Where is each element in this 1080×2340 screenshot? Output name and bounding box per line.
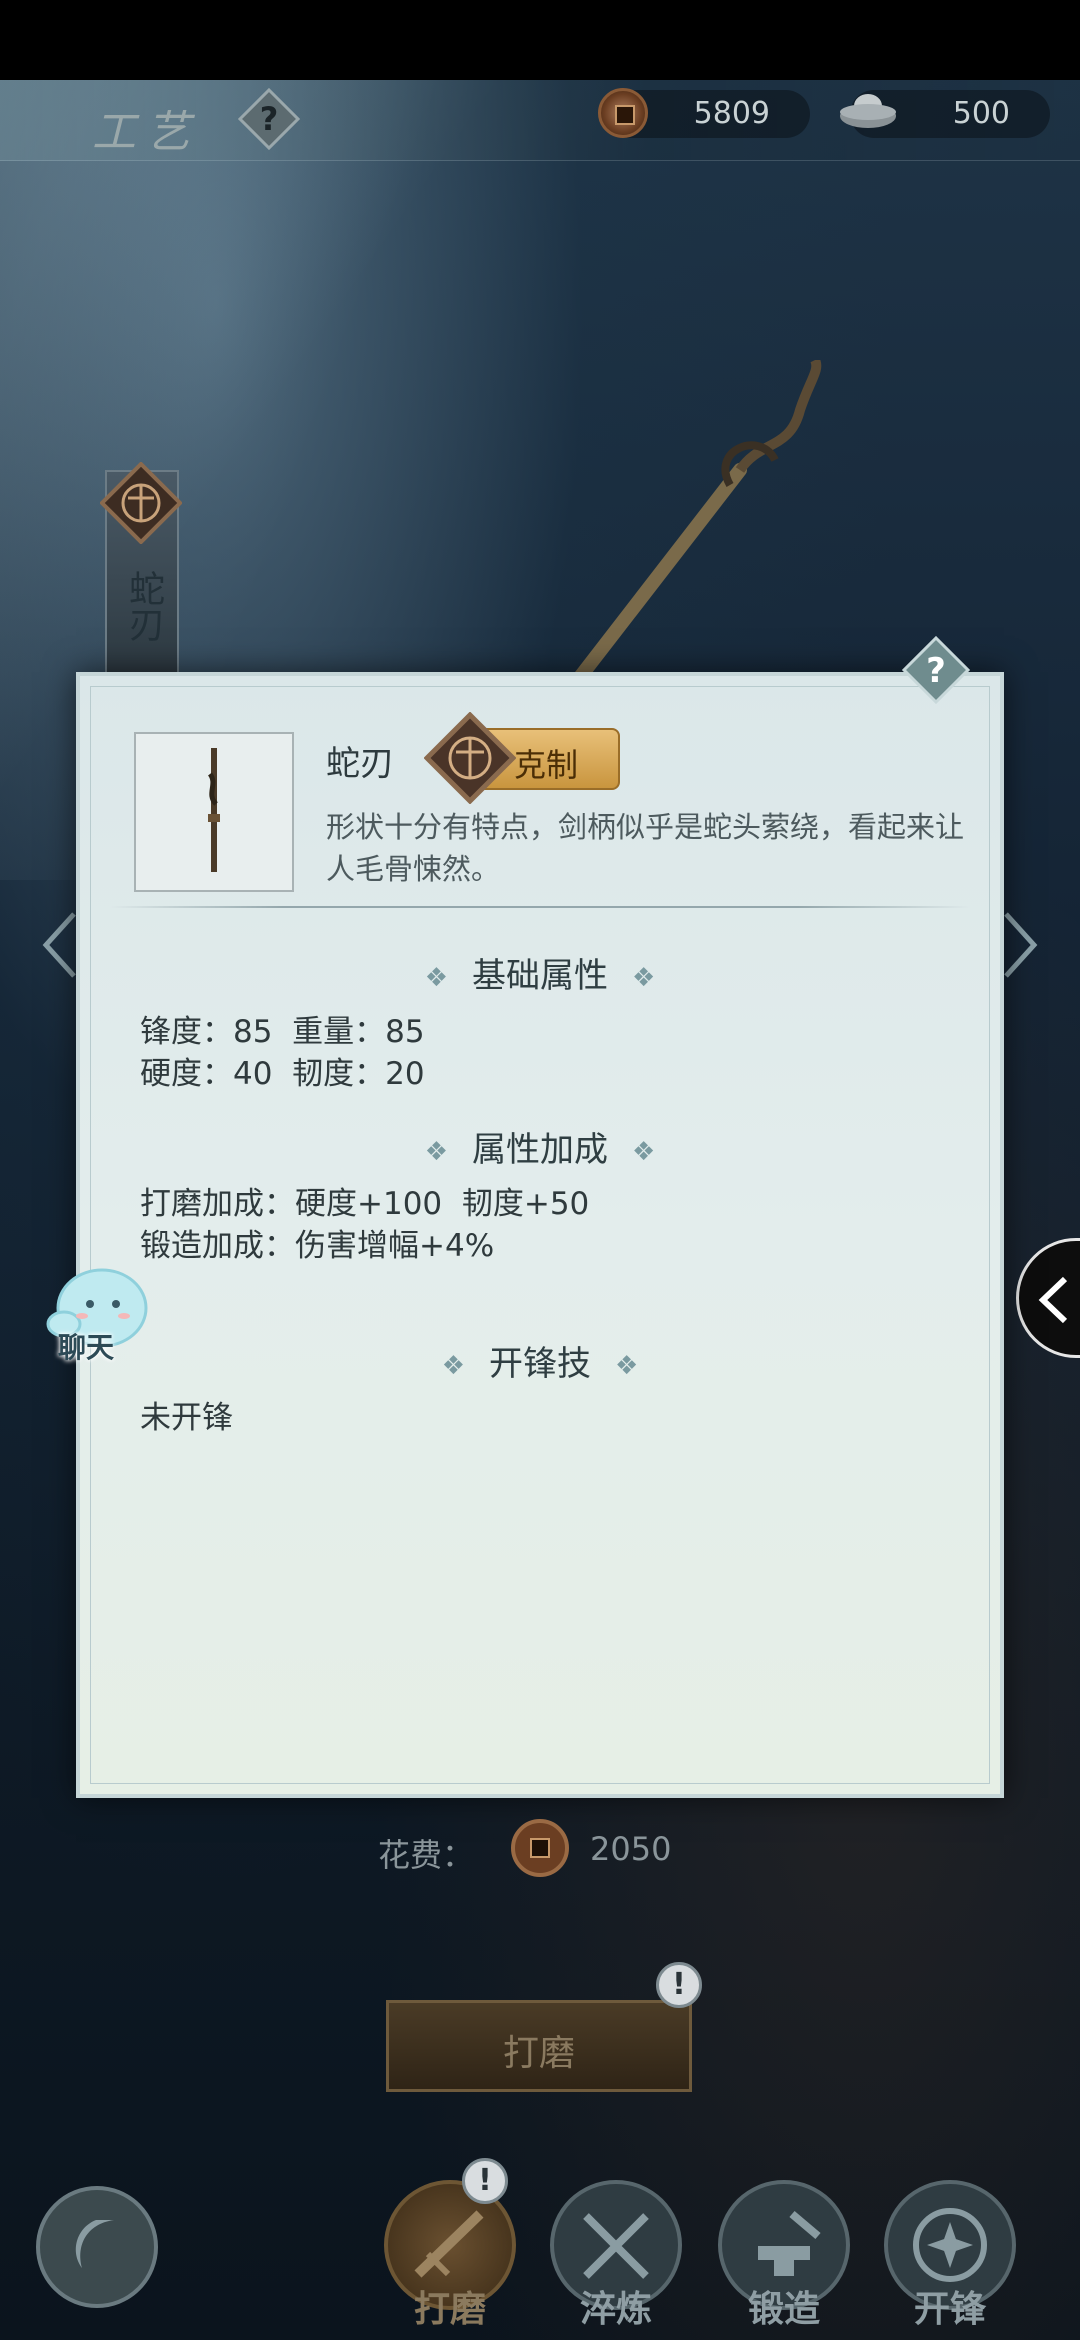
nav-edge-label[interactable]: 开锋 xyxy=(870,2280,1030,2332)
section-bonus-title: ❖ 属性加成 ❖ xyxy=(0,1122,1080,1171)
status-bar xyxy=(0,0,1080,80)
divider xyxy=(110,906,970,908)
counter-tag-icon xyxy=(424,712,516,804)
svg-text:?: ? xyxy=(926,651,946,691)
nav-polish-label[interactable]: 打磨 xyxy=(370,2280,530,2332)
sword-thumbnail-icon xyxy=(207,748,220,872)
alert-icon: ! xyxy=(656,1962,702,2008)
nav-temper-label[interactable]: 淬炼 xyxy=(536,2280,696,2332)
banner-label: 蛇刃 xyxy=(123,570,164,642)
base-stats-line-1: 锋度：85 重量：85 xyxy=(140,1014,425,1050)
section-bonus-label: 属性加成 xyxy=(472,1130,608,1170)
back-button[interactable] xyxy=(36,2186,158,2308)
coin-icon xyxy=(598,88,648,138)
coin-value: 5809 xyxy=(693,96,770,131)
chat-label[interactable]: 聊天 xyxy=(58,1326,114,1366)
bonus-line-1: 打磨加成：硬度+100 韧度+50 xyxy=(140,1186,590,1222)
section-base-title: ❖ 基础属性 ❖ xyxy=(0,948,1080,997)
base-stats-line-2: 硬度：40 韧度：20 xyxy=(140,1056,425,1092)
ornament-icon: ❖ xyxy=(424,1136,448,1167)
page-title: 工艺 xyxy=(92,107,200,158)
ornament-icon: ❖ xyxy=(632,962,656,993)
help-icon[interactable]: ? xyxy=(238,88,300,150)
ornament-icon: ❖ xyxy=(632,1136,656,1167)
ornament-icon: ❖ xyxy=(615,1350,639,1381)
cost-label: 花费： xyxy=(378,1836,475,1874)
ornament-icon: ❖ xyxy=(424,962,448,993)
item-name: 蛇刃 xyxy=(326,744,394,784)
sword-illustration xyxy=(563,360,822,697)
counter-label: 克制 xyxy=(514,746,579,784)
alert-icon: ! xyxy=(462,2158,508,2204)
section-edge-label: 开锋技 xyxy=(489,1344,591,1384)
item-description: 形状十分有特点，剑柄似乎是蛇头萦绕，看起来让人毛骨悚然。 xyxy=(326,810,965,886)
svg-text:?: ? xyxy=(260,100,279,138)
cost-value: 2050 xyxy=(590,1830,672,1868)
section-edge-title: ❖ 开锋技 ❖ xyxy=(0,1336,1080,1385)
back-arrow-icon xyxy=(75,2220,114,2268)
coin-icon xyxy=(511,1819,569,1877)
section-base-label: 基础属性 xyxy=(472,956,608,996)
silver-value: 500 xyxy=(952,96,1010,131)
bonus-line-2: 锻造加成：伤害增幅+4% xyxy=(140,1228,495,1264)
ornament-icon: ❖ xyxy=(441,1350,465,1381)
item-thumbnail xyxy=(134,732,294,892)
nav-forge-label[interactable]: 锻造 xyxy=(704,2280,864,2332)
counter-emblem-icon xyxy=(100,462,182,544)
silver-ingot-icon xyxy=(840,94,896,128)
edge-status: 未开锋 xyxy=(140,1400,233,1436)
chevron-left-icon xyxy=(1038,1276,1068,1324)
panel-help-icon[interactable]: ? xyxy=(902,636,970,704)
polish-button-label[interactable]: 打磨 xyxy=(386,2024,692,2076)
